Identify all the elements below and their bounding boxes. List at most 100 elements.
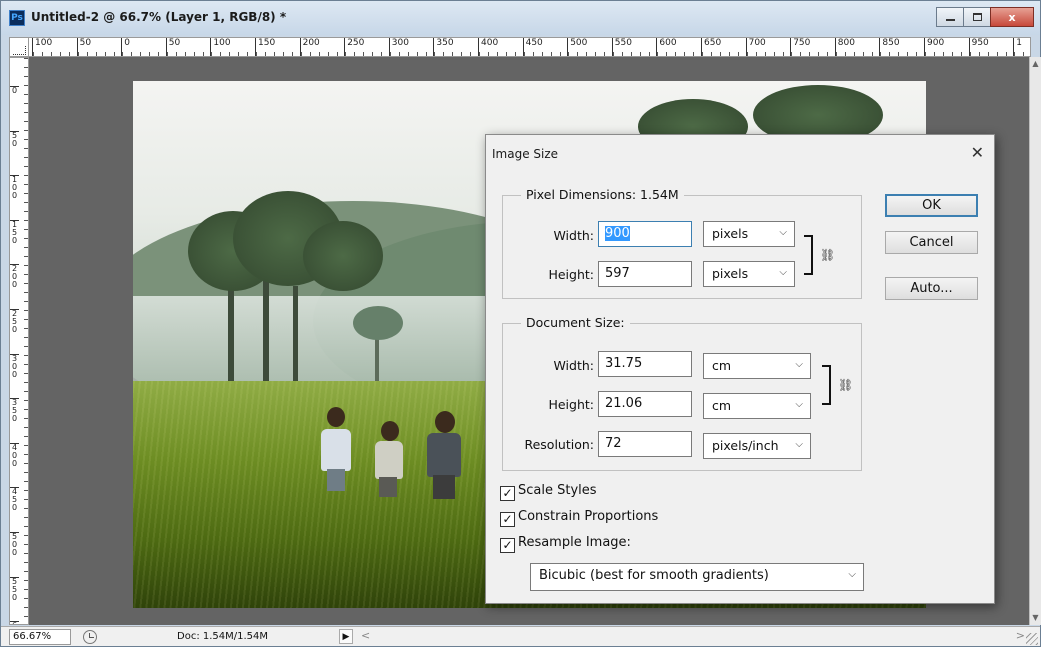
ruler-tick-label: 100 [10, 175, 19, 201]
resample-image-checkbox[interactable]: ✓ Resample Image: [500, 535, 631, 553]
ok-button[interactable]: OK [885, 194, 978, 217]
document-height-label: Height: [548, 397, 594, 412]
image-child [369, 413, 409, 503]
ruler-tick-label: 400 [478, 38, 524, 56]
ruler-tick-label: 450 [522, 38, 569, 56]
image-palm-crown [353, 306, 403, 340]
pixel-dimensions-legend: Pixel Dimensions: 1.54M [521, 187, 684, 202]
document-height-unit: cm [712, 398, 732, 413]
checkmark-icon: ✓ [500, 486, 515, 501]
maximize-button[interactable] [963, 7, 991, 27]
ruler-tick-label: 550 [611, 38, 658, 56]
ruler-tick-label: 50 [10, 130, 19, 148]
horizontal-ruler[interactable]: 100 50 0 50 100 150 200 250 300 350 400 450 500 550 60… [9, 37, 1031, 57]
resample-method-select[interactable]: Bicubic (best for smooth gradients) ⌵ [530, 563, 864, 591]
ruler-tick-label: 250 [10, 309, 19, 334]
ruler-tick-label: 500 [567, 38, 613, 56]
pixel-width-value: 900 [605, 226, 630, 241]
scroll-right-icon[interactable]: > [1016, 629, 1025, 642]
ruler-tick-label: 200 [299, 38, 346, 56]
status-menu-arrow-icon[interactable]: ▶ [339, 629, 353, 644]
resolution-input[interactable]: 72 [598, 431, 692, 457]
document-width-input[interactable]: 31.75 [598, 351, 692, 377]
chevron-down-icon: ⌵ [779, 227, 787, 238]
document-height-input[interactable]: 21.06 [598, 391, 692, 417]
pixel-width-label: Width: [553, 228, 594, 243]
ruler-tick-label: 350 [10, 398, 19, 424]
resolution-unit-select[interactable]: pixels/inch ⌵ [703, 433, 811, 459]
ruler-tick-label: 150 [255, 38, 301, 56]
resample-image-label: Resample Image: [518, 535, 631, 550]
image-size-dialog: Image Size ✕ Pixel Dimensions: 1.54M Wid… [485, 134, 995, 604]
minimize-button[interactable] [936, 7, 964, 27]
pixel-width-input[interactable]: 900 [598, 221, 692, 247]
pixel-height-value: 597 [605, 266, 630, 281]
window-controls: x [936, 7, 1034, 27]
ruler-tick-label: 250 [344, 38, 390, 56]
ruler-tick-label: 350 [433, 38, 479, 56]
ruler-tick-label: 1 [1013, 38, 1030, 56]
ruler-tick-label: 50 [76, 38, 124, 56]
ruler-tick-label: 0 [121, 38, 165, 56]
pixel-width-unit-select[interactable]: pixels ⌵ [703, 221, 795, 247]
document-size-info: Doc: 1.54M/1.54M [177, 631, 269, 642]
close-icon: x [1008, 10, 1016, 24]
ruler-tick-label: 550 [10, 576, 19, 602]
ruler-tick-label: 600 [656, 38, 702, 56]
dialog-close-icon[interactable]: ✕ [971, 143, 984, 162]
image-palm-trunk [263, 271, 269, 396]
close-window-button[interactable]: x [990, 7, 1034, 27]
dialog-title: Image Size [492, 147, 559, 161]
document-width-unit-select[interactable]: cm ⌵ [703, 353, 811, 379]
pixel-height-input[interactable]: 597 [598, 261, 692, 287]
minimize-icon [945, 19, 955, 21]
maximize-icon [972, 13, 982, 21]
chain-link-icon: ⛓ [838, 378, 854, 392]
document-height-value: 21.06 [605, 396, 643, 411]
ruler-tick-label: 700 [745, 38, 792, 56]
scroll-left-icon[interactable]: < [361, 629, 370, 642]
chevron-down-icon: ⌵ [779, 267, 787, 278]
status-bar: 66.67% Doc: 1.54M/1.54M ▶ < > [1, 626, 1040, 646]
chevron-down-icon: ⌵ [848, 569, 856, 580]
title-bar[interactable]: Ps Untitled-2 @ 66.7% (Layer 1, RGB/8) *… [1, 1, 1040, 35]
clock-icon[interactable] [83, 630, 97, 644]
vertical-ruler[interactable]: 0 50 100 150 200 250 300 350 400 450 500 550 6 [9, 57, 29, 625]
ruler-origin[interactable] [9, 37, 29, 57]
chevron-down-icon: ⌵ [795, 439, 803, 450]
zoom-level-field[interactable]: 66.67% [9, 629, 71, 645]
ruler-tick-label: 100 [210, 38, 256, 56]
horizontal-scrollbar[interactable]: < > [357, 629, 1025, 645]
ruler-tick-label: 200 [10, 264, 19, 290]
scale-styles-checkbox[interactable]: ✓ Scale Styles [500, 483, 597, 501]
vertical-scrollbar[interactable]: ▲ ▼ [1029, 57, 1041, 625]
constrain-proportions-label: Constrain Proportions [518, 509, 659, 524]
checkmark-icon: ✓ [500, 512, 515, 527]
scroll-up-icon[interactable]: ▲ [1030, 57, 1041, 71]
ruler-tick-label: 50 [165, 38, 213, 56]
image-palm-trunk [293, 286, 298, 396]
pixel-height-unit-select[interactable]: pixels ⌵ [703, 261, 795, 287]
ruler-tick-label: 800 [834, 38, 881, 56]
pixel-constrain-bracket [804, 235, 813, 275]
cancel-button[interactable]: Cancel [885, 231, 978, 254]
image-child [417, 407, 467, 507]
checkmark-icon: ✓ [500, 538, 515, 553]
document-width-value: 31.75 [605, 356, 643, 371]
image-child [317, 401, 357, 501]
auto-button[interactable]: Auto... [885, 277, 978, 300]
resize-grip-icon[interactable] [1026, 633, 1038, 645]
document-height-unit-select[interactable]: cm ⌵ [703, 393, 811, 419]
scale-styles-label: Scale Styles [518, 483, 597, 498]
resolution-value: 72 [605, 436, 622, 451]
document-width-label: Width: [553, 358, 594, 373]
scroll-down-icon[interactable]: ▼ [1030, 611, 1041, 625]
constrain-proportions-checkbox[interactable]: ✓ Constrain Proportions [500, 509, 658, 527]
ruler-tick-label: 500 [10, 532, 19, 557]
ruler-tick-label: 100 [32, 38, 78, 56]
chevron-down-icon: ⌵ [795, 359, 803, 370]
image-palm-crown [303, 221, 383, 291]
ruler-tick-label: 900 [924, 38, 970, 56]
resample-method-value: Bicubic (best for smooth gradients) [539, 568, 769, 583]
ruler-tick-label: 400 [10, 442, 19, 468]
